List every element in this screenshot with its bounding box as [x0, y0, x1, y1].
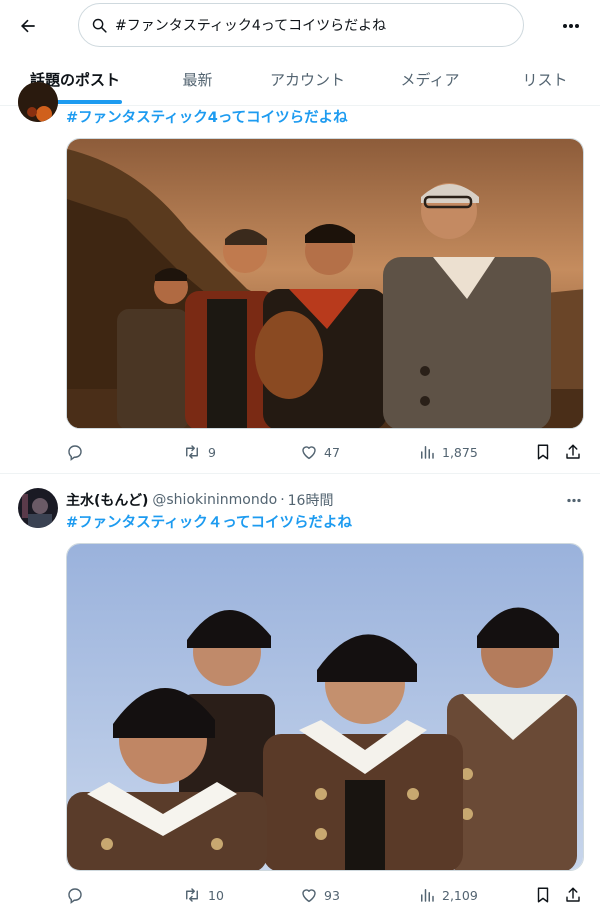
repost-count: 9: [208, 444, 216, 460]
reply-button[interactable]: [66, 441, 90, 463]
bookmark-button[interactable]: [534, 441, 552, 463]
tweet-author: 主水(もんど) @shiokininmondo · 16時間: [66, 490, 333, 510]
repost-count: 10: [208, 887, 224, 903]
repost-button[interactable]: 9: [182, 441, 216, 463]
user-handle[interactable]: @shiokininmondo: [152, 492, 277, 508]
bookmark-icon: [537, 444, 549, 460]
more-icon: [567, 498, 581, 502]
like-icon: [302, 889, 316, 903]
repost-icon: [186, 445, 198, 459]
like-icon: [302, 446, 316, 460]
tweet[interactable]: #ファンタスティック4ってコイツらだよね 9 47 1,875: [0, 0, 600, 472]
timestamp[interactable]: 16時間: [288, 490, 334, 510]
share-button[interactable]: [564, 884, 582, 906]
like-count: 93: [324, 887, 340, 903]
tweet-more-button[interactable]: [562, 490, 586, 510]
like-button[interactable]: 47: [300, 441, 340, 463]
like-count: 47: [324, 444, 340, 460]
separator-dot: ·: [280, 492, 285, 508]
tweet-photo[interactable]: [66, 138, 584, 429]
display-name[interactable]: 主水(もんど): [66, 490, 148, 510]
share-icon: [566, 444, 580, 459]
avatar[interactable]: [18, 488, 58, 528]
like-button[interactable]: 93: [300, 884, 340, 906]
tweet[interactable]: 主水(もんど) @shiokininmondo · 16時間 #ファンタスティッ…: [0, 474, 600, 916]
share-icon: [566, 887, 580, 902]
share-button[interactable]: [564, 441, 582, 463]
avatar[interactable]: [18, 82, 58, 122]
repost-icon: [186, 888, 198, 902]
views-icon: [421, 889, 434, 902]
views-button[interactable]: 2,109: [418, 884, 478, 906]
views-button[interactable]: 1,875: [418, 441, 478, 463]
repost-button[interactable]: 10: [182, 884, 224, 906]
tweet-actions: 10 93 2,109: [66, 884, 586, 906]
hashtag-link[interactable]: #ファンタスティック４ってコイツらだよね: [66, 511, 352, 532]
views-count: 2,109: [442, 887, 478, 903]
reply-icon: [68, 445, 82, 461]
tweet-photo[interactable]: [66, 543, 584, 871]
views-count: 1,875: [442, 444, 478, 460]
bookmark-button[interactable]: [534, 884, 552, 906]
reply-button[interactable]: [66, 884, 90, 906]
hashtag-link[interactable]: #ファンタスティック4ってコイツらだよね: [66, 106, 348, 127]
bookmark-icon: [537, 887, 549, 903]
tweet-actions: 9 47 1,875: [66, 441, 586, 463]
views-icon: [421, 446, 434, 459]
reply-icon: [68, 888, 82, 904]
